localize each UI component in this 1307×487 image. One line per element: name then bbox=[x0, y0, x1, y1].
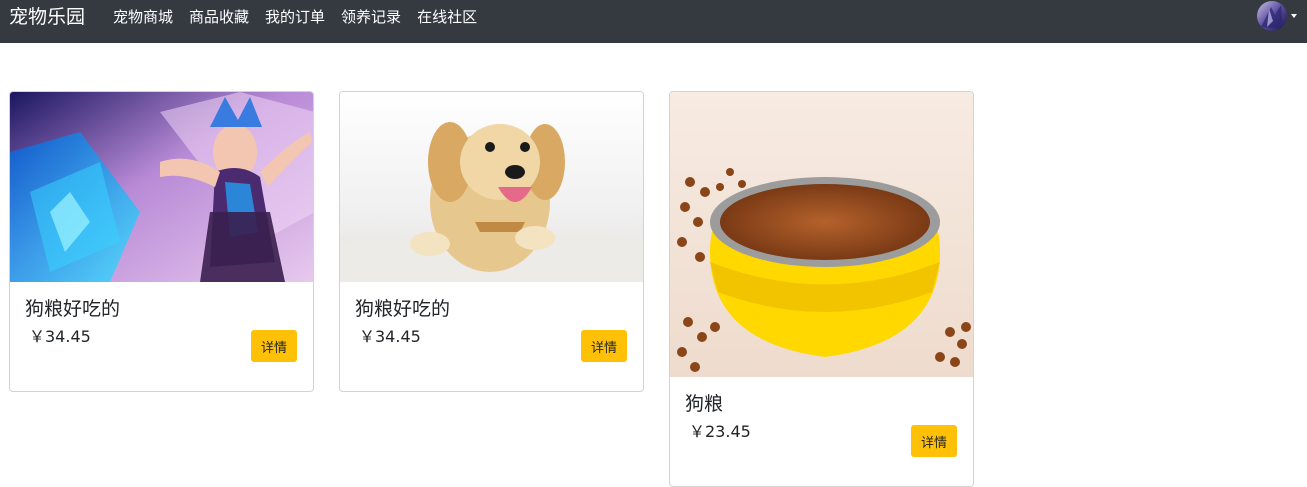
product-title: 狗粮好吃的 bbox=[355, 298, 451, 320]
product-card: 狗粮好吃的 ￥34.45 详情 bbox=[9, 91, 314, 392]
avatar bbox=[1257, 1, 1287, 31]
product-card: 狗粮好吃的 ￥34.45 详情 bbox=[339, 91, 644, 392]
nav-link-pet-shop[interactable]: 宠物商城 bbox=[113, 7, 173, 27]
brand-logo[interactable]: 宠物乐园 bbox=[9, 5, 85, 29]
product-title: 狗粮 bbox=[685, 393, 724, 415]
card-body: 狗粮好吃的 ￥34.45 详情 bbox=[340, 282, 643, 391]
details-button[interactable]: 详情 bbox=[581, 330, 627, 362]
nav-links: 宠物商城 商品收藏 我的订单 领养记录 在线社区 bbox=[113, 7, 493, 27]
nav-link-adoption-records[interactable]: 领养记录 bbox=[341, 7, 401, 27]
product-image[interactable] bbox=[670, 92, 974, 377]
product-card: 狗粮 ￥23.45 详情 bbox=[669, 91, 974, 487]
card-body: 狗粮 ￥23.45 详情 bbox=[670, 377, 973, 486]
details-button[interactable]: 详情 bbox=[251, 330, 297, 362]
chevron-down-icon bbox=[1291, 14, 1297, 18]
nav-link-community[interactable]: 在线社区 bbox=[417, 7, 477, 27]
product-image[interactable] bbox=[340, 92, 644, 282]
product-title: 狗粮好吃的 bbox=[25, 298, 121, 320]
nav-link-favorites[interactable]: 商品收藏 bbox=[189, 7, 249, 27]
nav-link-my-orders[interactable]: 我的订单 bbox=[265, 7, 325, 27]
user-menu-toggle[interactable] bbox=[1257, 1, 1297, 33]
top-navbar: 宠物乐园 宠物商城 商品收藏 我的订单 领养记录 在线社区 bbox=[0, 0, 1307, 43]
product-image[interactable] bbox=[10, 92, 314, 282]
details-button[interactable]: 详情 bbox=[911, 425, 957, 457]
card-body: 狗粮好吃的 ￥34.45 详情 bbox=[10, 282, 313, 391]
